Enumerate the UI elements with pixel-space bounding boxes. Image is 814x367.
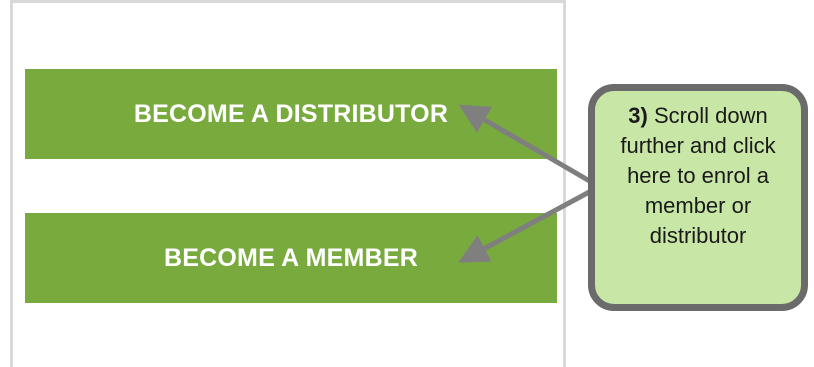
page-panel [10,0,566,367]
become-distributor-button[interactable]: BECOME A DISTRIBUTOR [25,69,557,159]
become-member-button[interactable]: BECOME A MEMBER [25,213,557,303]
callout-step-number: 3) [628,103,648,128]
instruction-callout: 3) Scroll down further and click here to… [588,84,808,311]
